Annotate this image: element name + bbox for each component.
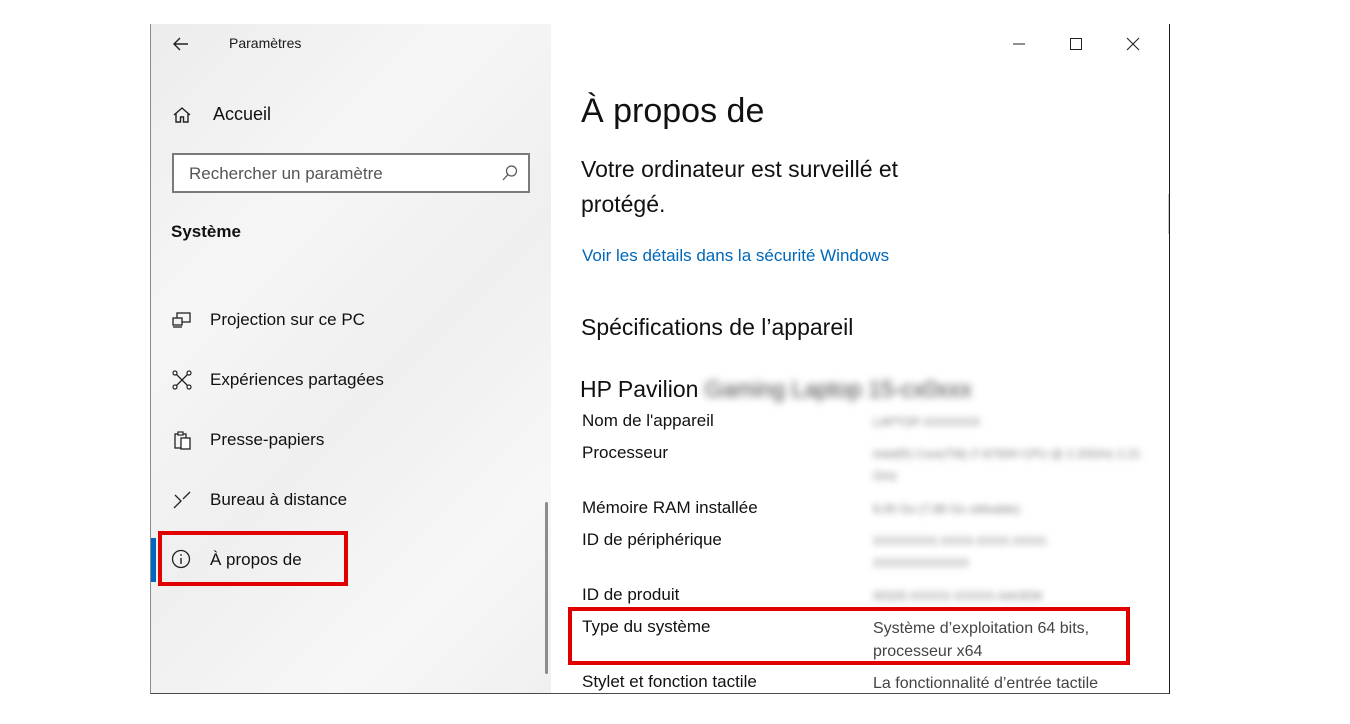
spec-value: La fonctionnalité d’entrée tactile — [873, 675, 1099, 692]
sidebar-item-home[interactable]: Accueil — [171, 102, 531, 128]
sidebar-item-label: Expériences partagées — [210, 370, 384, 389]
sidebar-item-about[interactable]: À propos de — [151, 538, 531, 582]
spec-key: Stylet et fonction tactile — [582, 672, 757, 691]
device-model-name: HP Pavilion Gaming Laptop 15-cx0xxx — [580, 376, 972, 403]
search-icon — [502, 165, 518, 181]
back-arrow-icon — [173, 37, 188, 51]
maximize-button[interactable] — [1056, 32, 1096, 56]
minimize-button[interactable] — [999, 32, 1039, 56]
spec-value-redacted: Intel(R) Core(TM) i7-8750H CPU @ 2.20GHz… — [873, 447, 1141, 483]
close-button[interactable] — [1113, 32, 1153, 56]
content-scrollbar[interactable] — [1168, 194, 1169, 234]
spec-key: Mémoire RAM installée — [582, 498, 758, 517]
spec-key: ID de périphérique — [582, 530, 722, 549]
minimize-icon — [1013, 43, 1025, 45]
main-content: À propos de Votre ordinateur est surveil… — [551, 24, 1169, 693]
sidebar-item-clipboard[interactable]: Presse-papiers — [171, 426, 531, 456]
protection-status-text: Votre ordinateur est surveillé et protég… — [581, 156, 899, 217]
sidebar-item-shared-experiences[interactable]: Expériences partagées — [171, 366, 531, 396]
spec-value: Système d’exploitation 64 bits, processe… — [873, 620, 1090, 660]
shared-experiences-icon — [172, 370, 192, 390]
sidebar-item-home-label: Accueil — [213, 104, 272, 124]
spec-key: Nom de l'appareil — [582, 411, 714, 430]
sidebar-scrollbar[interactable] — [545, 502, 548, 674]
spec-value-redacted: LAPTOP-XXXXXXX — [873, 415, 981, 429]
device-specs-heading: Spécifications de l’appareil — [581, 314, 854, 340]
spec-value-redacted: XXXXXXXX-XXXX-XXXX-XXXX-XXXXXXXXXXXX — [873, 534, 1050, 570]
sidebar-item-remote-desktop[interactable]: Bureau à distance — [171, 486, 531, 516]
sidebar-item-label: À propos de — [210, 550, 302, 569]
back-button[interactable] — [167, 30, 195, 58]
sidebar-item-label: Presse-papiers — [210, 430, 325, 449]
settings-window: Paramètres Accueil Système Projection su… — [150, 24, 1170, 694]
clipboard-icon — [174, 431, 191, 450]
spec-key: Type du système — [582, 617, 711, 636]
close-icon — [1126, 37, 1140, 51]
search-box[interactable] — [172, 153, 530, 193]
spec-value-redacted: 00325-XXXXX-XXXXX-AAOEM — [873, 589, 1042, 603]
security-details-link[interactable]: Voir les détails dans la sécurité Window… — [582, 246, 889, 266]
spec-key: ID de produit — [582, 585, 680, 604]
app-title: Paramètres — [229, 35, 302, 51]
sidebar-item-label: Projection sur ce PC — [210, 310, 365, 329]
section-title-systeme: Système — [171, 222, 241, 241]
sidebar-item-projection[interactable]: Projection sur ce PC — [171, 306, 531, 336]
device-model-redacted: Gaming Laptop 15-cx0xxx — [704, 376, 972, 402]
info-icon — [171, 549, 191, 569]
maximize-icon — [1070, 38, 1082, 50]
sidebar-item-label: Bureau à distance — [210, 490, 348, 509]
spec-value-redacted: 8,00 Go (7,88 Go utilisable) — [873, 502, 1020, 516]
sidebar: Paramètres Accueil Système Projection su… — [151, 24, 551, 693]
remote-desktop-icon — [173, 491, 191, 509]
page-title: À propos de — [581, 92, 765, 130]
projection-icon — [172, 312, 191, 328]
spec-key: Processeur — [582, 443, 668, 462]
device-model-brand: HP Pavilion — [580, 376, 699, 402]
search-input[interactable] — [187, 162, 491, 186]
home-icon — [173, 107, 191, 123]
